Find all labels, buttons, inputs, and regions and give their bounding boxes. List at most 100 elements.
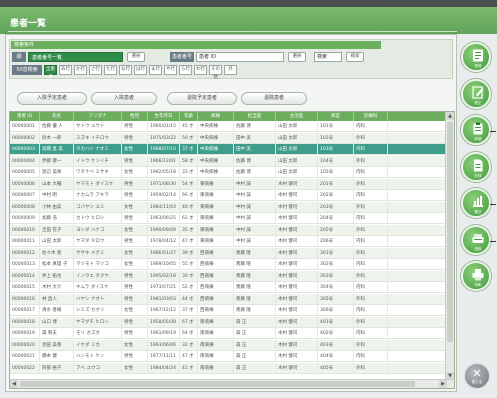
table-row[interactable]: 00000015 木村 大介 キムラ ダイスケ 男性 1973/07/21 52 才西病棟…: [10, 282, 446, 293]
search-button[interactable]: 検索: [346, 52, 364, 62]
table-cell: 33 才: [180, 167, 198, 178]
table-row[interactable]: 00000022 阿部 裕子 アベ ユウコ 女性 1984/04/24 41 才南病棟森 …: [10, 362, 446, 374]
table-row[interactable]: 00000021 橋本 健ハシモト ケン 男性 1977/11/11 47 才南病棟森 …: [10, 351, 446, 362]
table-row[interactable]: 00000003 高橋 直 美タカハシ ナオミ 女性 1988/07/10 37 才中央…: [10, 144, 446, 155]
status-tab[interactable]: 退院予定患者: [167, 92, 237, 105]
vertical-scroll-thumb[interactable]: [447, 122, 453, 342]
table-cell: 1992/05/18: [148, 167, 180, 178]
table-row[interactable]: 00000007 中村 明ナカムラ アキラ 男性 1959/02/14 66 才東病棟中…: [10, 190, 446, 201]
column-header[interactable]: 主治医: [276, 112, 318, 121]
sidebar-button-scanner[interactable]: 読取: [461, 224, 491, 255]
patient-id-field[interactable]: 患者 ID: [196, 52, 284, 62]
sidebar-button-edit[interactable]: 修正: [461, 78, 491, 109]
status-tab[interactable]: 退院患者: [241, 92, 307, 105]
status-tab[interactable]: 入院予定患者: [17, 92, 87, 105]
search-panel: 検索条件 順 患者番号一覧 選択 患者番号 患者 ID 選択 検索 検索 50音…: [9, 39, 453, 80]
column-header[interactable]: 担当医: [234, 112, 276, 121]
table-row[interactable]: 00000014 井上 拓也 イノウエ タクヤ 男性 1995/02/18 30 才西病棟…: [10, 270, 446, 282]
keyword-input[interactable]: 検索: [314, 52, 342, 62]
table-cell: 1993/06/06: [148, 339, 180, 351]
table-row[interactable]: 00000020 池田 美香 イケダ ミカ 女性 1993/06/06 32 才南病棟森 …: [10, 339, 446, 351]
table-row[interactable]: 00000018 山口 博ヤマグチ ヒロシ 男性 1958/05/08 67 才南病棟森…: [10, 316, 446, 328]
scroll-up-icon[interactable]: ▲: [446, 112, 454, 120]
table-cell: 外科: [354, 339, 388, 351]
sidebar-button-file[interactable]: 記録: [461, 151, 491, 182]
table-cell: 男性: [122, 178, 148, 190]
table-row[interactable]: 00000012 佐々木 恵ササキ メグミ 女性 1986/01/27 39 才西病棟斎…: [10, 247, 446, 259]
column-header[interactable]: 性別: [122, 112, 148, 121]
column-header[interactable]: 診療科: [354, 112, 388, 121]
sidebar-button-document[interactable]: 登録: [461, 42, 491, 72]
table-row[interactable]: 00000017 清水 香織 シミズ カオリ 女性 1987/12/12 37 才西病棟斎…: [10, 305, 446, 316]
table-row[interactable]: 00000001 佐藤 優 人サトウ ユウト 男性 1980/01/15 45 才中央病…: [10, 121, 446, 132]
table-cell: 内科: [354, 121, 388, 132]
table-row[interactable]: 00000009 加藤 浩カトウ ヒロシ 男性 1963/06/25 62 才東病棟 中村…: [10, 213, 446, 224]
table-cell: 1995/02/18: [148, 270, 180, 282]
column-header[interactable]: 氏名: [40, 112, 74, 121]
table-cell: 渡辺 美咲: [40, 167, 74, 178]
table-row[interactable]: 00000006 山本 大輔 ヤマモト ダイスケ 男性 1971/08/30 54 才東病…: [10, 178, 446, 190]
kana-filter-button[interactable]: その他: [209, 65, 222, 80]
table-row[interactable]: 00000004 伊藤 健一 イトウ ケンイチ 男性 1966/12/01 58 才中央病…: [10, 155, 446, 167]
table-row[interactable]: 00000002 鈴木 一郎 スズキ イチロウ 男性 1975/03/22 50 才中央病…: [10, 132, 446, 144]
table-row[interactable]: 00000008 小林 由美 コバヤシ ユミ 女性 1984/11/03 40 才東病棟中…: [10, 201, 446, 213]
table-cell: 中村 誠: [234, 213, 276, 224]
column-header[interactable]: 年齢: [180, 112, 198, 121]
horizontal-scrollbar[interactable]: ◀ ▶: [10, 379, 454, 388]
sidebar-button-chart[interactable]: 集計: [461, 188, 491, 218]
table-cell: 斎藤 隆: [234, 270, 276, 282]
table-cell: 00000006: [10, 178, 40, 190]
table-cell: 50 才: [180, 132, 198, 144]
table-cell: 外科: [354, 293, 388, 305]
table-cell: 405号: [318, 362, 354, 374]
column-header[interactable]: フリガナ: [74, 112, 122, 121]
table-row[interactable]: 00000013 松本 真理 子マツモト マリコ 女性 1969/10/05 55 才西…: [10, 259, 446, 270]
close-button[interactable]: ✕ 閉じる: [463, 362, 491, 390]
table-cell: 205号: [318, 224, 354, 236]
scroll-left-icon[interactable]: ◀: [10, 380, 18, 388]
status-tab[interactable]: 入院患者: [91, 92, 157, 105]
mode-select[interactable]: 患者番号一覧: [28, 52, 123, 62]
mode-select-button[interactable]: 選択: [127, 52, 145, 62]
table-row[interactable]: 00000016 林 直人 ハヤシ ナオト 男性 1981/03/03 44 才西病棟 斎藤…: [10, 293, 446, 305]
table-cell: 203号: [318, 201, 354, 213]
table-cell: 木村 健司: [276, 328, 318, 339]
column-header[interactable]: 病室: [318, 112, 354, 121]
table-row[interactable]: 00000010 吉田 花子 ヨシダ ハナコ 女性 1990/09/09 35 才東病棟中…: [10, 224, 446, 236]
table-cell: 森 正: [234, 362, 276, 374]
table-cell: 内科: [354, 236, 388, 247]
table-cell: 山本 大輔: [40, 178, 74, 190]
kana-filter-button[interactable]: あ行: [59, 65, 72, 75]
column-header[interactable]: 病棟: [198, 112, 234, 121]
kana-filter-button[interactable]: わ行: [194, 65, 207, 75]
column-header[interactable]: 生年月日: [148, 112, 180, 121]
table-cell: ハヤシ ナオト: [74, 293, 122, 305]
table-cell: 木村 健司: [276, 190, 318, 201]
sidebar-button-clipboard[interactable]: 詳細: [461, 115, 491, 145]
field-select-button[interactable]: 選択: [288, 52, 306, 62]
kana-filter-button[interactable]: 全患者: [44, 65, 57, 80]
kana-filter-button[interactable]: た行: [104, 65, 117, 75]
vertical-scrollbar[interactable]: ▲ ▼: [445, 112, 454, 380]
scroll-right-icon[interactable]: ▶: [439, 380, 447, 388]
kana-filter-button[interactable]: 外: [224, 65, 237, 75]
table-cell: 女性: [122, 339, 148, 351]
table-cell: 女性: [122, 224, 148, 236]
kana-filter-button[interactable]: ら行: [179, 65, 192, 75]
horizontal-scroll-thumb[interactable]: [20, 381, 415, 387]
sidebar-button-printer[interactable]: 印刷: [461, 261, 491, 291]
column-header[interactable]: 患者 ID: [10, 112, 40, 121]
kana-filter-button[interactable]: さ行: [89, 65, 102, 75]
table-cell: 中村 誠: [234, 224, 276, 236]
table-cell: 中村 誠: [234, 201, 276, 213]
table-cell: 1973/07/21: [148, 282, 180, 293]
table-row[interactable]: 00000005 渡辺 美咲 ワタナベ ミサキ 女性 1992/05/18 33 才中央病…: [10, 167, 446, 178]
patient-table: 患者 ID 氏名 フリガナ 性別 生年月日 年齢 病棟 担当医 主治医 病室 診療科 0000000…: [9, 111, 455, 389]
table-row[interactable]: 00000011 山田 太郎 ヤマダ タロウ 男性 1978/04/12 47 才東病棟中…: [10, 236, 446, 247]
kana-filter-button[interactable]: は行: [134, 65, 147, 75]
kana-filter-button[interactable]: か行: [74, 65, 87, 75]
kana-filter-button[interactable]: ま行: [149, 65, 162, 75]
kana-filter-button[interactable]: や行: [164, 65, 177, 75]
kana-filter-button[interactable]: な行: [119, 65, 132, 75]
table-row[interactable]: 00000019 森 和夫 モリ カズオ 男性 1961/09/19 64 才南病棟森 正…: [10, 328, 446, 339]
